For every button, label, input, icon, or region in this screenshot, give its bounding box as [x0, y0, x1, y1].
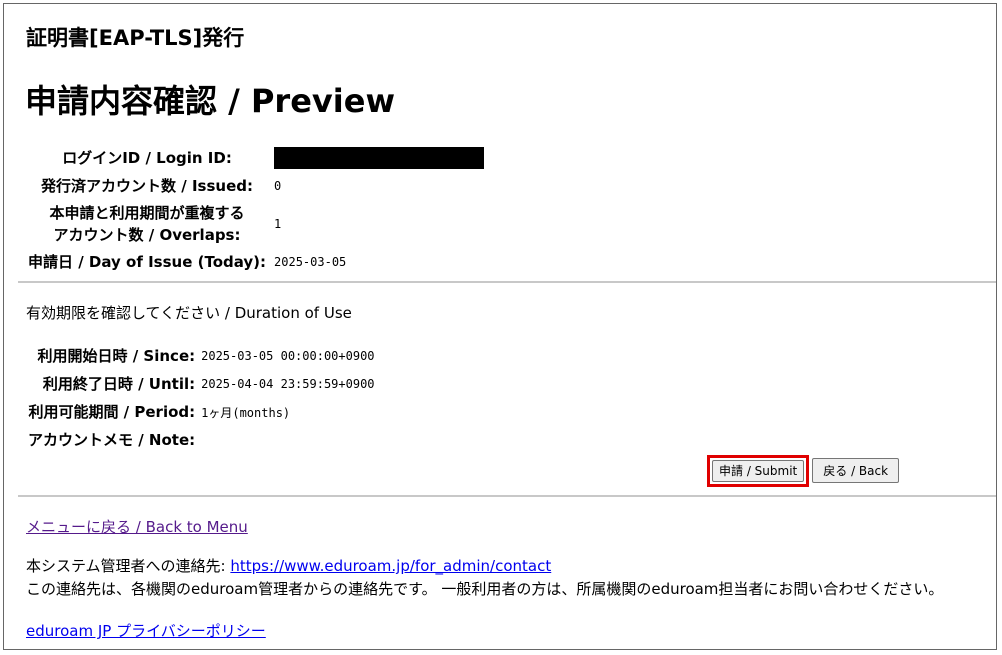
overlaps-label-line2: アカウント数 / Overlaps:: [53, 226, 241, 244]
divider: [18, 495, 996, 497]
since-label: 利用開始日時 / Since:: [37, 347, 196, 365]
back-button[interactable]: 戻る / Back: [812, 458, 900, 483]
privacy-policy-link[interactable]: eduroam JP プライバシーポリシー: [26, 622, 266, 640]
duration-prompt: 有効期限を確認してください / Duration of Use: [26, 304, 352, 322]
login-id-value: [270, 144, 486, 172]
page-title: 申請内容確認 / Preview: [25, 82, 396, 120]
action-buttons: 申請 / Submit 戻る / Back: [707, 455, 900, 487]
login-id-label: ログインID / Login ID:: [62, 149, 232, 167]
divider: [18, 281, 996, 283]
overlaps-value: 1: [274, 217, 282, 231]
issue-date-value: 2025-03-05: [274, 255, 347, 269]
note-label: アカウントメモ / Note:: [28, 431, 196, 449]
period-row: 利用可能期間 / Period: 1ヶ月(months): [24, 398, 377, 426]
since-row: 利用開始日時 / Since: 2025-03-05 00:00:00+0900: [24, 342, 377, 370]
period-label: 利用可能期間 / Period:: [28, 403, 196, 421]
page-heading: 証明書[EAP-TLS]発行: [26, 26, 245, 50]
account-info-table: ログインID / Login ID: 発行済アカウント数 / Issued: 0…: [24, 144, 486, 276]
submit-highlight: 申請 / Submit: [707, 455, 810, 487]
since-value: 2025-03-05 00:00:00+0900: [201, 349, 375, 363]
note-value: [199, 426, 376, 454]
back-to-menu-link[interactable]: メニューに戻る / Back to Menu: [26, 518, 248, 536]
note-row: アカウントメモ / Note:: [24, 426, 377, 454]
submit-button[interactable]: 申請 / Submit: [712, 460, 805, 482]
issued-row: 発行済アカウント数 / Issued: 0: [24, 172, 486, 200]
contact-link[interactable]: https://www.eduroam.jp/for_admin/contact: [230, 557, 551, 575]
duration-table: 利用開始日時 / Since: 2025-03-05 00:00:00+0900…: [24, 342, 377, 454]
issue-date-label: 申請日 / Day of Issue (Today):: [28, 253, 267, 271]
until-label: 利用終了日時 / Until:: [42, 375, 196, 393]
issue-date-row: 申請日 / Day of Issue (Today): 2025-03-05: [24, 248, 486, 276]
issued-label: 発行済アカウント数 / Issued:: [41, 177, 253, 195]
login-id-row: ログインID / Login ID:: [24, 144, 486, 172]
contact-note: この連絡先は、各機関のeduroam管理者からの連絡先です。 一般利用者の方は、…: [26, 580, 944, 598]
issued-value: 0: [274, 179, 282, 193]
page-frame: 証明書[EAP-TLS]発行 申請内容確認 / Preview ログインID /…: [3, 3, 997, 650]
contact-section: 本システム管理者への連絡先: https://www.eduroam.jp/fo…: [26, 555, 943, 601]
overlaps-row: 本申請と利用期間が重複する アカウント数 / Overlaps: 1: [24, 200, 486, 248]
until-value: 2025-04-04 23:59:59+0900: [201, 377, 375, 391]
until-row: 利用終了日時 / Until: 2025-04-04 23:59:59+0900: [24, 370, 377, 398]
overlaps-label-line1: 本申請と利用期間が重複する: [49, 204, 245, 222]
redacted-login-id: [274, 147, 485, 169]
contact-prefix: 本システム管理者への連絡先:: [26, 557, 231, 575]
period-value: 1ヶ月(months): [201, 405, 291, 420]
overlaps-label: 本申請と利用期間が重複する アカウント数 / Overlaps:: [24, 200, 270, 248]
